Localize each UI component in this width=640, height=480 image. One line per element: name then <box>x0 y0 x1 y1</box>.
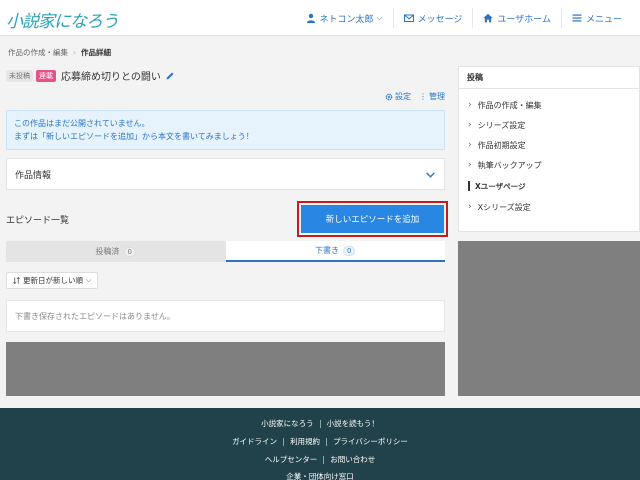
sidebar-item-backup[interactable]: › 執筆バックアップ <box>459 155 639 175</box>
user-home-label: ユーザホーム <box>497 14 551 25</box>
settings-link[interactable]: 設定 <box>385 91 411 102</box>
sidebar: 投稿 › 作品の作成・編集 › シリーズ設定 › 作品初期設定 › 執筆バックアップ X… <box>458 66 640 232</box>
sort-label: 更新日が新しい順 <box>23 276 83 285</box>
footer-row-1: 小説家になろう 小説を読もう！ <box>0 418 640 429</box>
add-episode-button[interactable]: 新しいエピソードを追加 <box>301 205 444 233</box>
footer-divider <box>323 455 325 464</box>
footer-divider <box>326 437 328 446</box>
work-info-label: 作品情報 <box>15 170 52 181</box>
sidebar-heading: 投稿 <box>459 67 639 89</box>
unpublished-notice: この作品はまだ公開されていません。 まずは「新しいエピソードを追加」から本文を書… <box>6 110 445 150</box>
home-icon <box>483 13 494 23</box>
footer-link[interactable]: ガイドライン <box>232 436 277 447</box>
section-marker <box>468 181 470 191</box>
breadcrumb-item-current: 作品詳細 <box>81 48 111 57</box>
work-title-row: 未投稿 連載 応募締め切りとの闘い <box>6 68 175 83</box>
chevron-right-icon: › <box>468 140 472 150</box>
user-home-button[interactable]: ユーザホーム <box>472 8 561 28</box>
footer-divider <box>319 419 321 428</box>
breadcrumb: 作品の作成・編集 › 作品詳細 <box>8 47 111 58</box>
site-logo[interactable]: 小説家になろう <box>6 7 119 32</box>
user-menu-button[interactable]: ネトコン太郎 ⌵ <box>296 8 393 28</box>
footer-link[interactable]: 小説を読もう！ <box>327 418 379 429</box>
sidebar-item-label: 作品初期設定 <box>477 140 526 150</box>
message-label: メッセージ <box>417 14 463 25</box>
footer-row-2: ガイドライン 利用規約 プライバシーポリシー <box>0 436 640 447</box>
empty-message-text: 下書き保存されたエピソードはありません。 <box>15 311 175 321</box>
message-button[interactable]: メッセージ <box>392 8 473 28</box>
sidebar-item-defaults[interactable]: › 作品初期設定 <box>459 135 639 155</box>
site-footer: 小説家になろう 小説を読もう！ ガイドライン 利用規約 プライバシーポリシー ヘ… <box>0 408 640 480</box>
chevron-right-icon: › <box>468 100 472 110</box>
sidebar-section-label: Xユーザページ <box>475 181 526 191</box>
footer-divider <box>283 437 285 446</box>
chevron-right-icon: › <box>468 202 472 212</box>
chevron-right-icon: › <box>468 160 472 170</box>
sidebar-item-label: Xシリーズ設定 <box>477 202 531 212</box>
episode-list-title: エピソード一覧 <box>6 216 70 226</box>
work-actions: 設定 ⋮ 管理 <box>377 91 445 102</box>
tab-published-label: 投稿済 <box>95 247 120 256</box>
header-nav: ネトコン太郎 ⌵ メッセージ ユーザホーム メニュー <box>296 0 633 36</box>
chevron-right-icon: › <box>73 48 76 57</box>
ad-placeholder-main <box>6 342 445 396</box>
chevron-down-icon: ⌵ <box>376 13 383 22</box>
settings-label: 設定 <box>395 92 411 101</box>
episode-tabs: 投稿済 0 下書き 0 <box>6 241 445 262</box>
work-info-accordion[interactable]: 作品情報 <box>6 158 445 190</box>
pencil-icon[interactable] <box>165 71 175 81</box>
notice-line-1: この作品はまだ公開されていません。 <box>14 119 150 128</box>
manage-link[interactable]: ⋮ 管理 <box>419 91 445 102</box>
chevron-down-icon <box>426 171 435 178</box>
sidebar-item-label: シリーズ設定 <box>477 120 526 130</box>
user-name: ネトコン太郎 <box>319 14 374 25</box>
menu-icon <box>572 14 582 22</box>
footer-row-3: ヘルプセンター お問い合わせ <box>0 454 640 465</box>
notice-line-2: まずは「新しいエピソードを追加」から本文を書いてみましょう！ <box>14 132 254 141</box>
footer-link[interactable]: お問い合わせ <box>330 454 375 465</box>
sidebar-list: › 作品の作成・編集 › シリーズ設定 › 作品初期設定 › 執筆バックアップ Xユーザ… <box>459 89 639 217</box>
empty-drafts-message: 下書き保存されたエピソードはありません。 <box>6 300 445 332</box>
mail-icon <box>403 14 414 22</box>
tab-drafts[interactable]: 下書き 0 <box>225 241 445 262</box>
tab-drafts-count: 0 <box>343 245 356 256</box>
sidebar-item-label: 作品の作成・編集 <box>477 100 542 110</box>
footer-link[interactable]: プライバシーポリシー <box>333 436 408 447</box>
manage-label: 管理 <box>429 92 445 101</box>
breadcrumb-item-edit[interactable]: 作品の作成・編集 <box>8 47 68 58</box>
more-vertical-icon: ⋮ <box>419 92 427 101</box>
tab-published[interactable]: 投稿済 0 <box>6 241 226 262</box>
sidebar-item-label: 執筆バックアップ <box>477 160 542 170</box>
add-episode-highlight: 新しいエピソードを追加 <box>297 201 448 237</box>
footer-link[interactable]: ヘルプセンター <box>265 454 318 465</box>
footer-row-4: 企業・団体向け窓口 <box>0 471 640 480</box>
user-icon <box>306 13 315 23</box>
serial-badge: 連載 <box>36 69 56 82</box>
sidebar-item-series[interactable]: › シリーズ設定 <box>459 115 639 135</box>
footer-link[interactable]: 小説家になろう <box>261 418 314 429</box>
tab-published-count: 0 <box>123 246 136 257</box>
sidebar-item-x-series[interactable]: › Xシリーズ設定 <box>459 197 639 217</box>
sidebar-item-edit[interactable]: › 作品の作成・編集 <box>459 95 639 115</box>
menu-button[interactable]: メニュー <box>560 8 632 28</box>
chevron-right-icon: › <box>468 120 472 130</box>
sidebar-section-x: Xユーザページ <box>459 175 639 197</box>
chevron-down-icon: ⌵ <box>86 276 92 284</box>
menu-label: メニュー <box>585 14 622 25</box>
tab-drafts-label: 下書き <box>315 246 340 255</box>
sort-icon <box>13 277 20 284</box>
sort-dropdown[interactable]: 更新日が新しい順 ⌵ <box>6 272 99 289</box>
footer-link[interactable]: 利用規約 <box>290 436 320 447</box>
footer-link[interactable]: 企業・団体向け窓口 <box>286 471 354 480</box>
gear-icon <box>385 93 393 100</box>
ad-placeholder-side <box>458 241 640 396</box>
site-header: 小説家になろう ネトコン太郎 ⌵ メッセージ ユーザホーム メニュー <box>0 0 640 36</box>
status-badge: 未投稿 <box>6 69 33 82</box>
work-title: 応募締め切りとの闘い <box>61 72 161 83</box>
